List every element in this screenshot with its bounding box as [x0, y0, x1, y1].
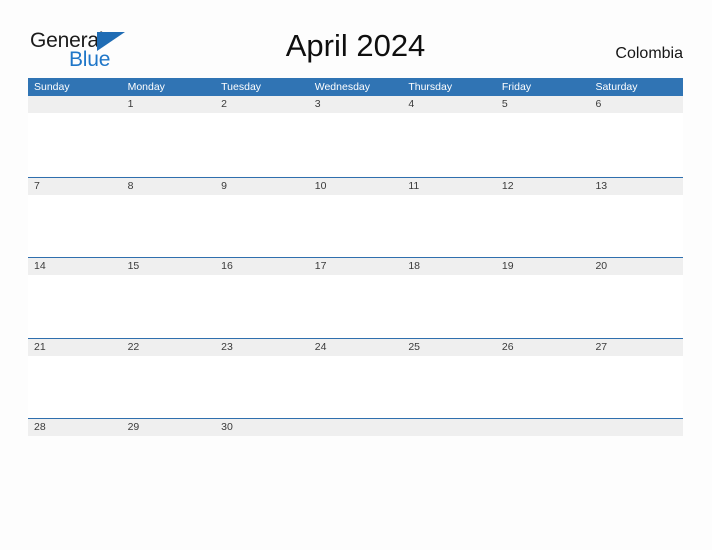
week-note-area[interactable] — [28, 194, 683, 258]
day-cell[interactable]: 4 — [402, 96, 496, 113]
weekday-header-saturday: Saturday — [595, 81, 638, 93]
day-cell[interactable]: 21 — [28, 339, 122, 356]
calendar-week-row: 21 22 23 24 25 26 27 — [28, 337, 683, 419]
page-header: General Blue April 2024 Colombia — [28, 24, 683, 72]
day-cell[interactable]: 2 — [215, 96, 309, 113]
day-cell[interactable]: 11 — [402, 178, 496, 195]
week-date-band: 7 8 9 10 11 12 13 — [28, 177, 683, 195]
calendar-page: General Blue April 2024 Colombia Sunday … — [0, 0, 712, 550]
week-note-area[interactable] — [28, 275, 683, 338]
week-date-band: 28 29 30 — [28, 419, 683, 436]
weekday-header-wednesday: Wednesday — [314, 81, 370, 93]
day-cell[interactable]: 14 — [28, 258, 122, 275]
day-cell[interactable] — [589, 419, 683, 436]
day-cell[interactable]: 12 — [496, 178, 590, 195]
day-cell[interactable]: 18 — [402, 258, 496, 275]
day-cell[interactable]: 26 — [496, 339, 590, 356]
day-cell[interactable] — [496, 419, 590, 436]
weekday-header-thursday: Thursday — [408, 81, 453, 93]
week-note-area[interactable] — [28, 436, 683, 499]
day-cell[interactable]: 1 — [122, 96, 216, 113]
weekday-header-friday: Friday — [501, 81, 532, 93]
week-date-band: 1 2 3 4 5 6 — [28, 96, 683, 113]
day-cell[interactable]: 19 — [496, 258, 590, 275]
day-cell[interactable]: 5 — [496, 96, 590, 113]
day-cell[interactable]: 15 — [122, 258, 216, 275]
day-cell[interactable]: 8 — [122, 178, 216, 195]
day-cell[interactable]: 22 — [122, 339, 216, 356]
day-cell[interactable]: 27 — [589, 339, 683, 356]
week-note-area[interactable] — [28, 113, 683, 176]
day-cell[interactable]: 10 — [309, 178, 403, 195]
calendar-week-row: 28 29 30 — [28, 418, 683, 499]
calendar-week-row: 1 2 3 4 5 6 — [28, 96, 683, 177]
day-cell[interactable]: 3 — [309, 96, 403, 113]
day-cell[interactable]: 17 — [309, 258, 403, 275]
location-label: Colombia — [615, 45, 683, 62]
weekday-header-monday: Monday — [127, 81, 165, 93]
day-cell[interactable] — [28, 96, 122, 113]
day-cell[interactable] — [309, 419, 403, 436]
weekday-header-tuesday: Tuesday — [221, 81, 262, 93]
day-cell[interactable]: 13 — [589, 178, 683, 195]
week-note-area[interactable] — [28, 355, 683, 419]
day-cell[interactable]: 23 — [215, 339, 309, 356]
day-cell[interactable]: 28 — [28, 419, 122, 436]
week-date-band: 21 22 23 24 25 26 27 — [28, 338, 683, 356]
day-cell[interactable]: 7 — [28, 178, 122, 195]
day-cell[interactable]: 16 — [215, 258, 309, 275]
weekday-header-sunday: Sunday — [34, 81, 70, 93]
calendar-grid: Sunday Monday Tuesday Wednesday Thursday… — [28, 78, 683, 499]
day-cell[interactable]: 9 — [215, 178, 309, 195]
day-cell[interactable]: 20 — [589, 258, 683, 275]
day-cell[interactable]: 30 — [215, 419, 309, 436]
day-cell[interactable]: 29 — [122, 419, 216, 436]
weekday-header-row: Sunday Monday Tuesday Wednesday Thursday… — [28, 78, 683, 96]
day-cell[interactable] — [402, 419, 496, 436]
day-cell[interactable]: 6 — [589, 96, 683, 113]
page-title: April 2024 — [285, 28, 426, 63]
day-cell[interactable]: 24 — [309, 339, 403, 356]
calendar-week-row: 7 8 9 10 11 12 13 — [28, 176, 683, 258]
week-date-band: 14 15 16 17 18 19 20 — [28, 258, 683, 275]
calendar-week-row: 14 15 16 17 18 19 20 — [28, 257, 683, 338]
day-cell[interactable]: 25 — [402, 339, 496, 356]
